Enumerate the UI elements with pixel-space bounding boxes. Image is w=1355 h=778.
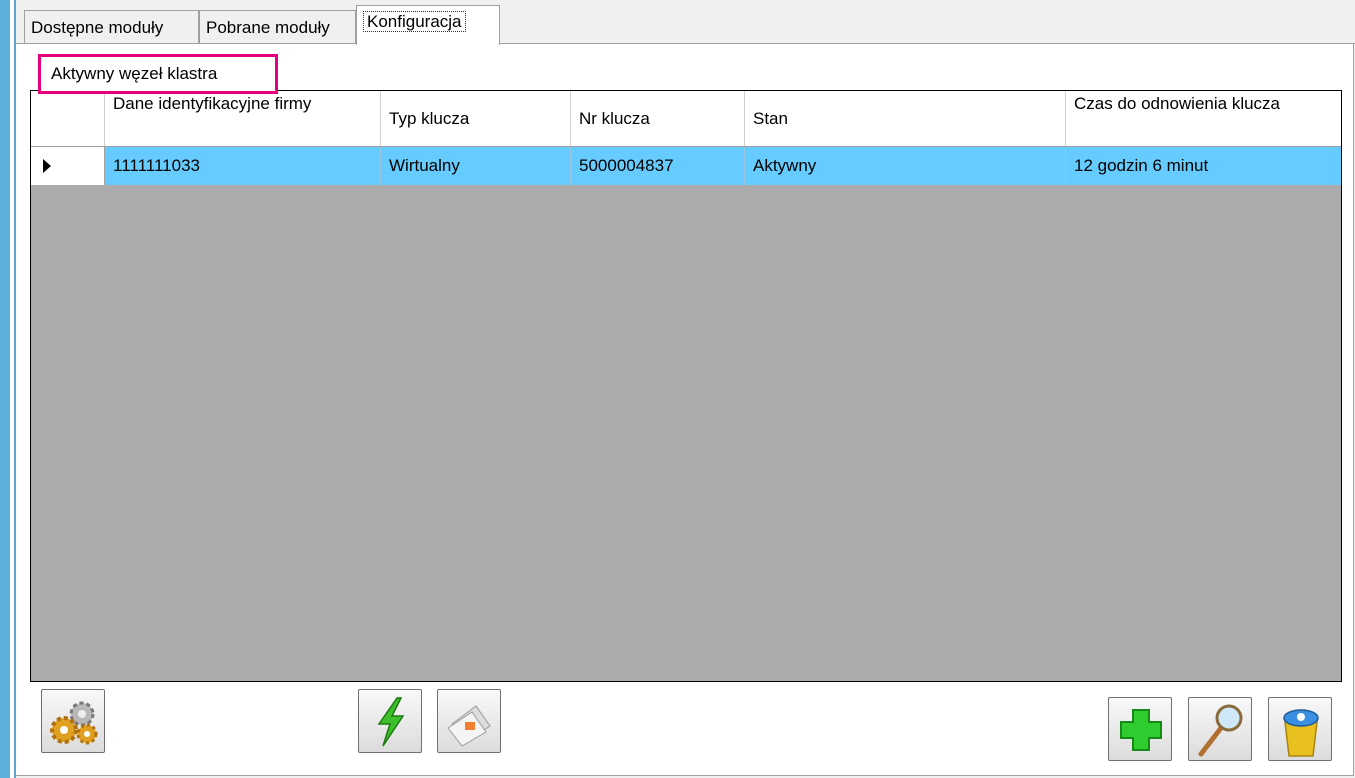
grid-header: Dane identyfikacyjne firmy Typ klucza Nr… (31, 91, 1341, 147)
license-grid[interactable]: Dane identyfikacyjne firmy Typ klucza Nr… (30, 90, 1342, 682)
header-corner (31, 91, 105, 146)
activate-button[interactable] (358, 689, 422, 753)
documents-button[interactable] (437, 689, 501, 753)
delete-button[interactable] (1268, 697, 1332, 761)
search-button[interactable] (1188, 697, 1252, 761)
lightning-icon (377, 697, 405, 747)
cell-status[interactable]: Aktywny (745, 147, 1066, 185)
search-icon (1198, 704, 1243, 757)
column-header-renewal-time[interactable]: Czas do odnowienia klucza (1066, 91, 1341, 146)
current-row-arrow-icon (43, 159, 51, 173)
configuration-panel: Aktywny węzeł klastra Dane identyfikacyj… (16, 44, 1354, 776)
column-header-key-number[interactable]: Nr klucza (571, 91, 745, 146)
settings-button[interactable] (41, 689, 105, 753)
trash-icon (1283, 709, 1319, 757)
cell-company-id[interactable]: 1111111033 (105, 147, 381, 185)
active-cluster-node-label: Aktywny węzeł klastra (38, 54, 278, 94)
column-header-key-type[interactable]: Typ klucza (381, 91, 571, 146)
cell-key-type[interactable]: Wirtualny (381, 147, 571, 185)
row-header[interactable] (31, 147, 105, 185)
tab-configuration[interactable]: Konfiguracja (356, 5, 500, 45)
configuration-window: Dostępne moduły Pobrane moduły Konfigura… (16, 0, 1355, 778)
tab-available-modules[interactable]: Dostępne moduły (24, 10, 199, 43)
column-header-status[interactable]: Stan (745, 91, 1066, 146)
table-row[interactable]: 1111111033 Wirtualny 5000004837 Aktywny … (31, 147, 1341, 185)
tab-configuration-label: Konfiguracja (363, 11, 466, 32)
add-button[interactable] (1108, 697, 1172, 761)
column-header-company-id[interactable]: Dane identyfikacyjne firmy (105, 91, 381, 146)
gears-icon (50, 701, 98, 745)
add-icon (1120, 709, 1162, 751)
documents-icon (447, 705, 491, 747)
cell-renewal-time[interactable]: 12 godzin 6 minut (1066, 147, 1341, 185)
tab-downloaded-modules[interactable]: Pobrane moduły (199, 10, 356, 43)
tab-strip: Dostępne moduły Pobrane moduły Konfigura… (16, 0, 1355, 45)
cell-key-number[interactable]: 5000004837 (571, 147, 745, 185)
window-edge-accent (0, 0, 10, 778)
